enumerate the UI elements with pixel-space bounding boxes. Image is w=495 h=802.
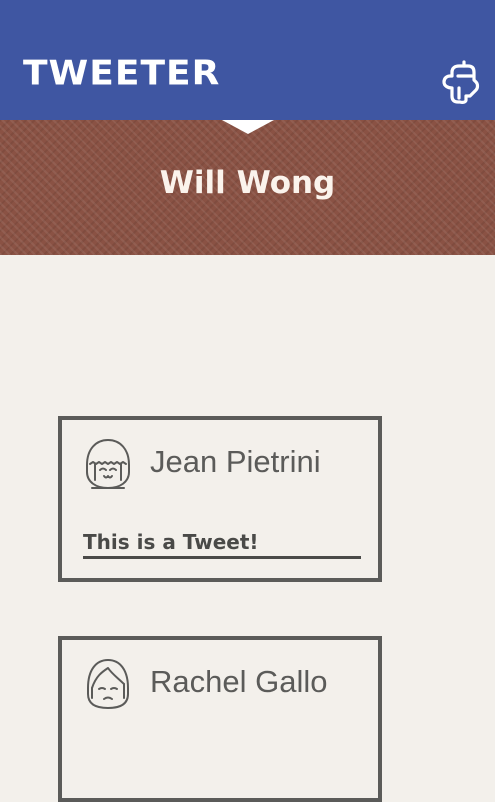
app-logo[interactable]: TWEETER [23, 55, 220, 93]
smiling-girl-avatar-icon [84, 438, 132, 490]
tweet-card[interactable]: Jean Pietrini This is a Tweet! [58, 416, 382, 582]
tweet-author[interactable]: Jean Pietrini [150, 442, 321, 482]
profile-name: Will Wong [159, 165, 336, 201]
tweet-text: This is a Tweet! [83, 528, 361, 559]
header-pointer-notch [222, 120, 274, 134]
sad-girl-avatar-icon [84, 658, 132, 710]
tweet-card[interactable]: Rachel Gallo [58, 636, 382, 802]
tweet-author[interactable]: Rachel Gallo [150, 662, 327, 702]
pointing-hand-icon[interactable] [438, 58, 482, 106]
top-header: TWEETER [0, 0, 495, 120]
